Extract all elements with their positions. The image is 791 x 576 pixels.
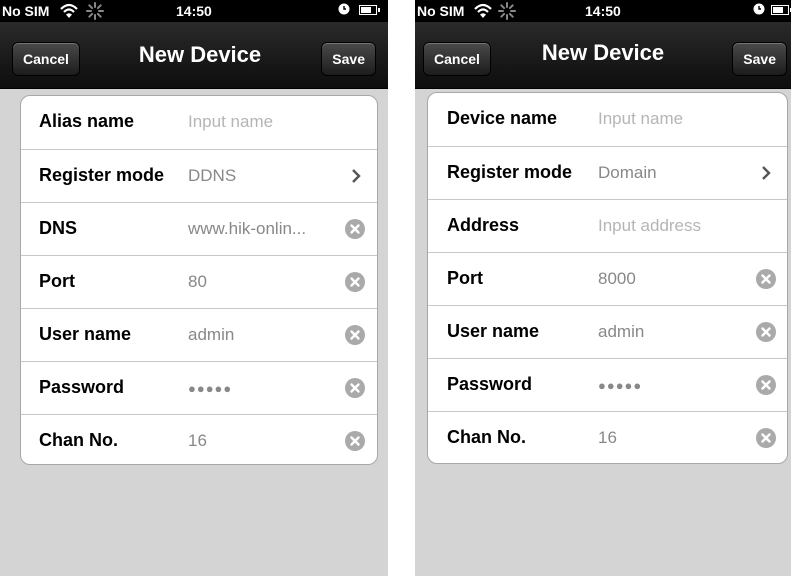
navigation-bar: Cancel New Device Save [0,22,388,89]
user-name-input[interactable]: admin [598,322,644,342]
clear-icon[interactable] [756,322,776,342]
register-mode-value: Domain [598,163,657,182]
screen-right: No SIM 14:50 Cancel New Device Save Devi… [415,0,791,576]
row-label: DNS [39,218,78,238]
status-time: 14:50 [585,3,621,19]
row-label: Chan No. [447,427,526,447]
form-row-port[interactable]: Port 80 [21,255,377,308]
form-row-alias-name[interactable]: Alias name Input name [21,96,377,149]
form-row-dns[interactable]: DNS www.hik-onlin... [21,202,377,255]
dns-input[interactable]: www.hik-onlin... [188,219,338,239]
form-row-user-name[interactable]: User name admin [21,308,377,361]
screen-left: No SIM 14:50 Cancel New Device Save Alia… [0,0,388,576]
register-mode-value: DDNS [188,166,237,185]
alarm-icon [753,3,765,15]
form-row-register-mode[interactable]: Register mode DDNS [21,149,377,202]
row-label: User name [39,324,132,344]
form-row-user-name[interactable]: User name admin [428,305,787,358]
status-bar: No SIM 14:50 [0,0,388,22]
alarm-icon [338,3,350,15]
form-row-chan-no[interactable]: Chan No. 16 [428,411,787,463]
carrier-label: No SIM [417,3,465,19]
clear-icon[interactable] [345,219,365,239]
port-input[interactable]: 80 [188,272,207,292]
row-label: Chan No. [39,430,118,450]
password-input[interactable]: ●●●●● [598,378,642,393]
status-bar: No SIM 14:50 [415,0,791,22]
device-form: Device name Input name Register mode Dom… [427,92,788,464]
activity-spinner-icon [86,2,104,20]
row-label: Password [39,377,125,397]
chan-no-input[interactable]: 16 [188,431,207,451]
save-button[interactable]: Save [321,42,376,76]
carrier-label: No SIM [2,3,50,19]
user-name-input[interactable]: admin [188,325,234,345]
chan-no-input[interactable]: 16 [598,428,617,448]
status-time: 14:50 [176,3,212,19]
device-form: Alias name Input name Register mode DDNS… [20,95,378,465]
save-button[interactable]: Save [732,42,787,76]
form-row-chan-no[interactable]: Chan No. 16 [21,414,377,464]
wifi-icon [474,3,492,18]
clear-icon[interactable] [345,272,365,292]
form-row-device-name[interactable]: Device name Input name [428,93,787,146]
row-label: Port [447,268,483,288]
device-name-input[interactable]: Input name [598,109,683,129]
clear-icon[interactable] [345,378,365,398]
address-input[interactable]: Input address [598,216,701,236]
password-input[interactable]: ●●●●● [188,381,232,396]
form-row-address[interactable]: Address Input address [428,199,787,252]
row-label: Port [39,271,75,291]
clear-icon[interactable] [756,375,776,395]
clear-icon[interactable] [345,325,365,345]
clear-icon[interactable] [756,428,776,448]
chevron-right-icon [762,166,771,180]
activity-spinner-icon [498,2,516,20]
form-row-password[interactable]: Password ●●●●● [21,361,377,414]
clear-icon[interactable] [756,269,776,289]
navigation-bar: Cancel New Device Save [415,22,791,89]
row-label: Password [447,374,533,394]
form-row-port[interactable]: Port 8000 [428,252,787,305]
form-row-password[interactable]: Password ●●●●● [428,358,787,411]
row-label: User name [447,321,540,341]
form-row-register-mode[interactable]: Register mode Domain [428,146,787,199]
alias-name-input[interactable]: Input name [188,112,273,132]
row-label: Register mode [39,165,165,185]
chevron-right-icon [352,169,361,183]
row-label: Alias name [39,111,135,131]
clear-icon[interactable] [345,431,365,451]
battery-icon [771,5,791,15]
wifi-icon [60,3,78,18]
port-input[interactable]: 8000 [598,269,636,289]
row-label: Address [447,215,520,235]
row-label: Register mode [447,162,573,182]
battery-icon [359,5,380,15]
row-label: Device name [447,108,558,128]
